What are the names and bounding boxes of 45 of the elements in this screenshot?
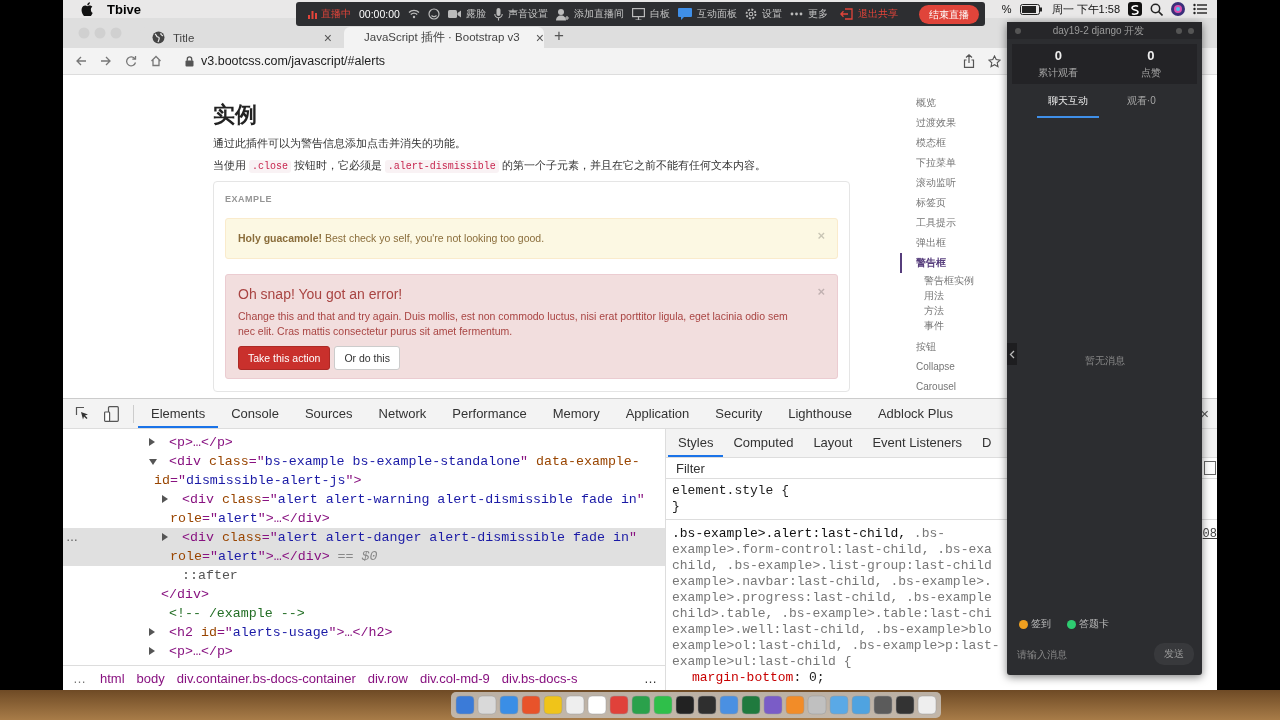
paragraph-text: 的第一个子元素，并且在它之前不能有任何文本内容。 [500,159,766,171]
paragraph-text: 按钮时，它必须是 [292,159,383,171]
code-line: <div class="alert alert-warning alert-dismissible fade in" [182,492,645,507]
code-line: <p>…</p> [169,435,233,450]
css-selector-line: example>ul:last-child { [672,654,852,670]
code-line: id="dismissible-alert-js"> [154,473,362,488]
code-line: role="alert">…</div> [170,511,330,526]
stat-value: 0 [1054,48,1062,63]
live-status: 直播中 [308,7,351,21]
code-line: <!-- /example --> [169,606,305,621]
inline-code: .alert-dismissible [384,160,499,173]
panel-title: day19-2 django 开发 [1051,23,1146,38]
css-selector-line: example>.navbar:last-child, .bs-example>. [672,574,992,590]
example-label: EXAMPLE [225,194,273,204]
paragraph-text: 当使用 [213,159,247,171]
empty-message: 暂无消息 [1084,354,1125,368]
css-selector-line: example>ol:last-child, .bs-example>p:last- [672,638,1000,654]
inline-code: .close [248,160,291,173]
style-rule-line: element.style { [672,483,791,499]
live-timer: 00:00:00 [359,8,400,20]
css-selector-line: child, .bs-example>.list-group:last-child [672,558,992,574]
style-rule-line: } [672,499,681,515]
stat-label: 点赞 [1140,66,1161,80]
alert-message: Holy guacamole! Best check yo self, you're not looking too good. [238,231,546,246]
code-line: <h2 id="alerts-usage">…</h2> [169,625,393,640]
battery-percent: % [1001,3,1012,15]
code-line: role="alert">…</div> == $0 [170,549,378,564]
css-selector-line: example>.well:last-child, .bs-example>blo [672,622,992,638]
css-selector-line: .bs-example>.alert:last-child, .bs- [672,526,946,542]
code-line: </div> [161,587,209,602]
css-selector-line: example>.form-control:last-child, .bs-exa [672,542,992,558]
code-line: <div class="alert alert-danger alert-dismissible fade in" [182,530,637,545]
code-line: ::after [182,568,238,583]
alert-message: Change this and that and try again. Duis mollis, est non commodo luctus, nisi erat porttitor ligula, eget lacinia odio sem nec elit. Cras mattis consectetur purus sit amet fermentum. [238,309,789,339]
tab-title: JavaScript 插件 · Bootstrap v3 [364,30,520,45]
code-line: <div class="bs-example bs-example-standalone" data-example- [169,454,640,469]
stat-label: 累计观看 [1038,66,1079,80]
alert-heading: Oh snap! You got an error! [238,287,404,302]
css-selector-line: example>.progress:last-child, .bs-example [672,590,992,606]
paragraph: 通过此插件可以为警告信息添加点击并消失的功能。 [213,136,467,151]
tab-title: Title [173,31,195,44]
code-line: <p>…</p> [169,644,233,659]
css-selector-line: child>.table, .bs-example>.table:last-chi [672,606,992,622]
section-heading: 实例 [213,101,258,129]
stat-value: 0 [1147,48,1155,63]
